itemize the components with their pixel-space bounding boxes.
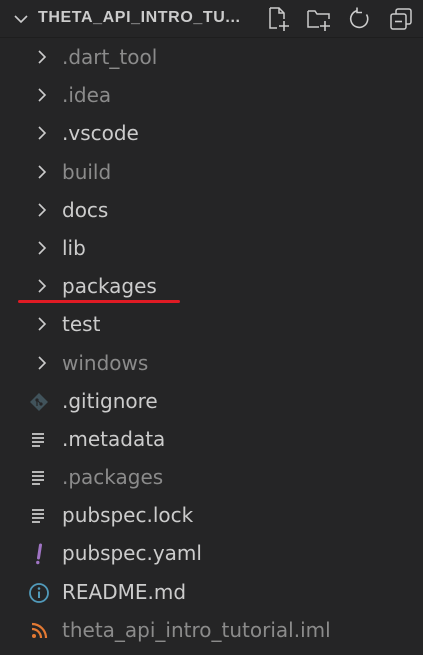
file-iml[interactable]: theta_api_intro_tutorial.iml (0, 611, 423, 649)
folder-docs[interactable]: docs (0, 191, 423, 229)
explorer-actions (263, 4, 416, 34)
folder-lib[interactable]: lib (0, 229, 423, 267)
chevron-right-icon[interactable] (33, 315, 51, 333)
file-packages[interactable]: .packages (0, 458, 423, 496)
folder-label: lib (62, 235, 86, 260)
file-label: pubspec.lock (62, 503, 194, 528)
file-pubspec-yaml[interactable]: pubspec.yaml (0, 534, 423, 572)
file-readme[interactable]: README.md (0, 573, 423, 611)
folder-windows[interactable]: windows (0, 344, 423, 382)
folder-label: build (62, 159, 112, 184)
folder-label: .vscode (62, 121, 139, 146)
file-label: .packages (62, 465, 164, 490)
chevron-right-icon[interactable] (33, 201, 51, 219)
folder-label: docs (62, 197, 109, 222)
git-icon (28, 391, 50, 413)
folder-test[interactable]: test (0, 305, 423, 343)
explorer-panel: THETA_API_INTRO_TU... .dart_tool .idea .… (0, 0, 423, 655)
refresh-icon[interactable] (345, 4, 375, 34)
lines-icon (28, 429, 50, 451)
file-gitignore[interactable]: .gitignore (0, 382, 423, 420)
chevron-right-icon[interactable] (33, 354, 51, 372)
file-label: .metadata (62, 426, 166, 451)
folder-dart-tool[interactable]: .dart_tool (0, 38, 423, 76)
chevron-right-icon[interactable] (33, 163, 51, 181)
folder-vscode[interactable]: .vscode (0, 114, 423, 152)
chevron-right-icon[interactable] (33, 124, 51, 142)
folder-label: .idea (62, 83, 112, 108)
file-tree: .dart_tool .idea .vscode build docs lib … (0, 38, 423, 649)
file-pubspec-lock[interactable]: pubspec.lock (0, 496, 423, 534)
workspace-title[interactable]: THETA_API_INTRO_TU... (38, 9, 256, 27)
folder-label: .dart_tool (62, 45, 158, 69)
chevron-right-icon[interactable] (33, 277, 51, 295)
folder-label: windows (62, 350, 149, 375)
new-folder-icon[interactable] (304, 4, 334, 34)
folder-build[interactable]: build (0, 153, 423, 191)
red-underline-annotation (18, 300, 180, 303)
explorer-header: THETA_API_INTRO_TU... (0, 0, 423, 38)
new-file-icon[interactable] (263, 4, 293, 34)
rss-icon (28, 620, 50, 642)
chevron-right-icon[interactable] (33, 48, 51, 66)
file-label: theta_api_intro_tutorial.iml (62, 617, 331, 642)
lines-icon (28, 505, 50, 527)
folder-idea[interactable]: .idea (0, 76, 423, 114)
chevron-down-icon[interactable] (12, 10, 30, 28)
lines-icon (28, 467, 50, 489)
file-label: README.md (62, 579, 187, 604)
folder-label: test (62, 312, 101, 337)
folder-label: packages (62, 274, 157, 299)
file-label: .gitignore (62, 388, 158, 413)
file-label: pubspec.yaml (62, 541, 202, 566)
file-metadata[interactable]: .metadata (0, 420, 423, 458)
chevron-right-icon[interactable] (33, 239, 51, 257)
collapse-all-icon[interactable] (386, 4, 416, 34)
info-icon (28, 582, 50, 604)
exclamation-icon (28, 543, 50, 565)
chevron-right-icon[interactable] (33, 86, 51, 104)
